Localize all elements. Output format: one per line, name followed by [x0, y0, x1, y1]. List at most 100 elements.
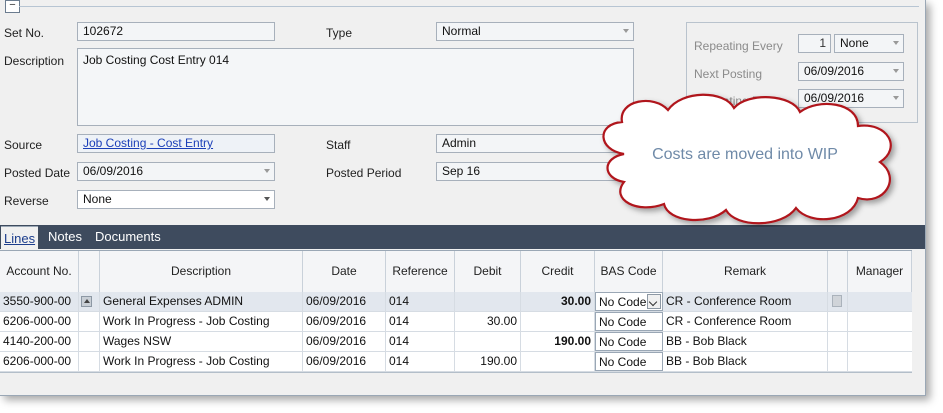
chevron-down-icon: [264, 197, 270, 201]
set-no-label: Set No.: [4, 26, 45, 40]
column-header-date[interactable]: Date: [303, 251, 386, 292]
repeating-unit-value: None: [840, 36, 869, 50]
manager-cell[interactable]: [848, 352, 912, 371]
row-marker[interactable]: [79, 292, 100, 311]
debit-cell[interactable]: [455, 292, 521, 311]
type-dropdown[interactable]: Normal: [436, 22, 634, 41]
table-row[interactable]: 6206-000-00 Work In Progress - Job Costi…: [0, 352, 912, 372]
tab-lines[interactable]: Lines: [1, 226, 39, 250]
remark-cell[interactable]: BB - Bob Black: [663, 332, 828, 351]
description-cell[interactable]: Work In Progress - Job Costing: [100, 352, 303, 371]
column-header-remark[interactable]: Remark: [663, 251, 828, 292]
account-cell[interactable]: 4140-200-00: [0, 332, 79, 351]
reference-cell[interactable]: 014: [386, 312, 455, 331]
reverse-value: None: [83, 192, 112, 206]
column-header-debit[interactable]: Debit: [455, 251, 521, 292]
repeating-every-count[interactable]: 1: [798, 34, 831, 53]
lines-grid: Account No. Description Date Reference D…: [0, 250, 912, 373]
bas-code-cell[interactable]: No Code: [595, 352, 663, 371]
chevron-down-icon: [264, 169, 270, 173]
manager-cell[interactable]: [848, 332, 912, 351]
reference-cell[interactable]: 014: [386, 352, 455, 371]
row-marker[interactable]: [79, 352, 100, 371]
description-cell[interactable]: Wages NSW: [100, 332, 303, 351]
group-divider: [19, 6, 919, 7]
account-cell[interactable]: 6206-000-00: [0, 312, 79, 331]
repeating-every-label: Repeating Every: [694, 39, 783, 53]
reference-cell[interactable]: 014: [386, 332, 455, 351]
type-value: Normal: [442, 24, 481, 38]
collapse-button[interactable]: −: [5, 0, 20, 13]
repeating-unit-dropdown[interactable]: None: [834, 34, 904, 53]
delete-cell[interactable]: [828, 292, 848, 311]
description-textarea[interactable]: Job Costing Cost Entry 014: [77, 48, 634, 126]
chevron-down-icon: [893, 69, 899, 73]
date-cell[interactable]: 06/09/2016: [303, 352, 386, 371]
column-header-extra: [828, 251, 848, 292]
type-label: Type: [326, 26, 353, 40]
posted-date-label: Posted Date: [4, 166, 71, 180]
remark-cell[interactable]: BB - Bob Black: [663, 352, 828, 371]
remark-cell[interactable]: CR - Conference Room: [663, 312, 828, 331]
column-header-description[interactable]: Description: [100, 251, 303, 292]
bas-code-cell[interactable]: No Code: [595, 312, 663, 331]
remark-cell[interactable]: CR - Conference Room: [663, 292, 828, 311]
set-no-field[interactable]: 102672: [77, 22, 275, 41]
date-cell[interactable]: 06/09/2016: [303, 332, 386, 351]
date-cell[interactable]: 06/09/2016: [303, 312, 386, 331]
table-row[interactable]: 6206-000-00 Work In Progress - Job Costi…: [0, 312, 912, 332]
posted-date-field[interactable]: 06/09/2016: [77, 162, 275, 181]
column-header-manager[interactable]: Manager: [848, 251, 912, 292]
posted-date-value: 06/09/2016: [83, 164, 144, 178]
reference-cell[interactable]: 014: [386, 292, 455, 311]
next-posting-value: 06/09/2016: [804, 64, 865, 78]
delete-cell[interactable]: [828, 312, 848, 331]
chevron-down-icon: [623, 29, 629, 33]
bas-code-cell[interactable]: No Code: [595, 292, 663, 311]
table-row[interactable]: 4140-200-00 Wages NSW 06/09/2016 014 190…: [0, 332, 912, 352]
manager-cell[interactable]: [848, 292, 912, 311]
debit-cell[interactable]: 190.00: [455, 352, 521, 371]
description-cell[interactable]: Work In Progress - Job Costing: [100, 312, 303, 331]
column-header-account[interactable]: Account No.: [0, 251, 79, 292]
credit-cell[interactable]: 190.00: [521, 332, 595, 351]
debit-cell[interactable]: [455, 332, 521, 351]
description-label: Description: [4, 54, 65, 68]
date-cell[interactable]: 06/09/2016: [303, 292, 386, 311]
reverse-dropdown[interactable]: None: [77, 190, 275, 209]
column-header-reference[interactable]: Reference: [386, 251, 455, 292]
account-cell[interactable]: 3550-900-00: [0, 292, 79, 311]
tab-documents[interactable]: Documents: [95, 229, 161, 244]
source-label: Source: [4, 138, 43, 152]
column-header-bas-code[interactable]: BAS Code: [595, 251, 663, 292]
next-posting-label: Next Posting: [694, 67, 763, 81]
credit-cell[interactable]: [521, 312, 595, 331]
table-row[interactable]: 3550-900-00 General Expenses ADMIN 06/09…: [0, 292, 912, 312]
delete-cell[interactable]: [828, 352, 848, 371]
column-header-credit[interactable]: Credit: [521, 251, 595, 292]
account-cell[interactable]: 6206-000-00: [0, 352, 79, 371]
column-header-marker: [79, 251, 100, 292]
next-posting-date[interactable]: 06/09/2016: [798, 62, 904, 81]
reverse-label: Reverse: [4, 194, 49, 208]
tab-notes[interactable]: Notes: [48, 229, 82, 244]
description-cell[interactable]: General Expenses ADMIN: [100, 292, 303, 311]
tab-bar: Lines Notes Documents: [0, 225, 925, 250]
chevron-down-icon: [893, 41, 899, 45]
trash-icon[interactable]: [832, 295, 842, 307]
posted-period-label: Posted Period: [326, 166, 402, 180]
credit-cell[interactable]: 30.00: [521, 292, 595, 311]
manager-cell[interactable]: [848, 312, 912, 331]
bas-code-value: No Code: [599, 295, 647, 309]
row-selected-icon: [81, 296, 92, 307]
bas-code-cell[interactable]: No Code: [595, 332, 663, 351]
row-marker[interactable]: [79, 312, 100, 331]
debit-cell[interactable]: 30.00: [455, 312, 521, 331]
credit-cell[interactable]: [521, 352, 595, 371]
delete-cell[interactable]: [828, 332, 848, 351]
chevron-down-icon[interactable]: [647, 294, 661, 309]
callout-text: Costs are moved into WIP: [652, 146, 838, 163]
source-link[interactable]: Job Costing - Cost Entry: [77, 134, 275, 153]
staff-label: Staff: [326, 138, 351, 152]
row-marker[interactable]: [79, 332, 100, 351]
